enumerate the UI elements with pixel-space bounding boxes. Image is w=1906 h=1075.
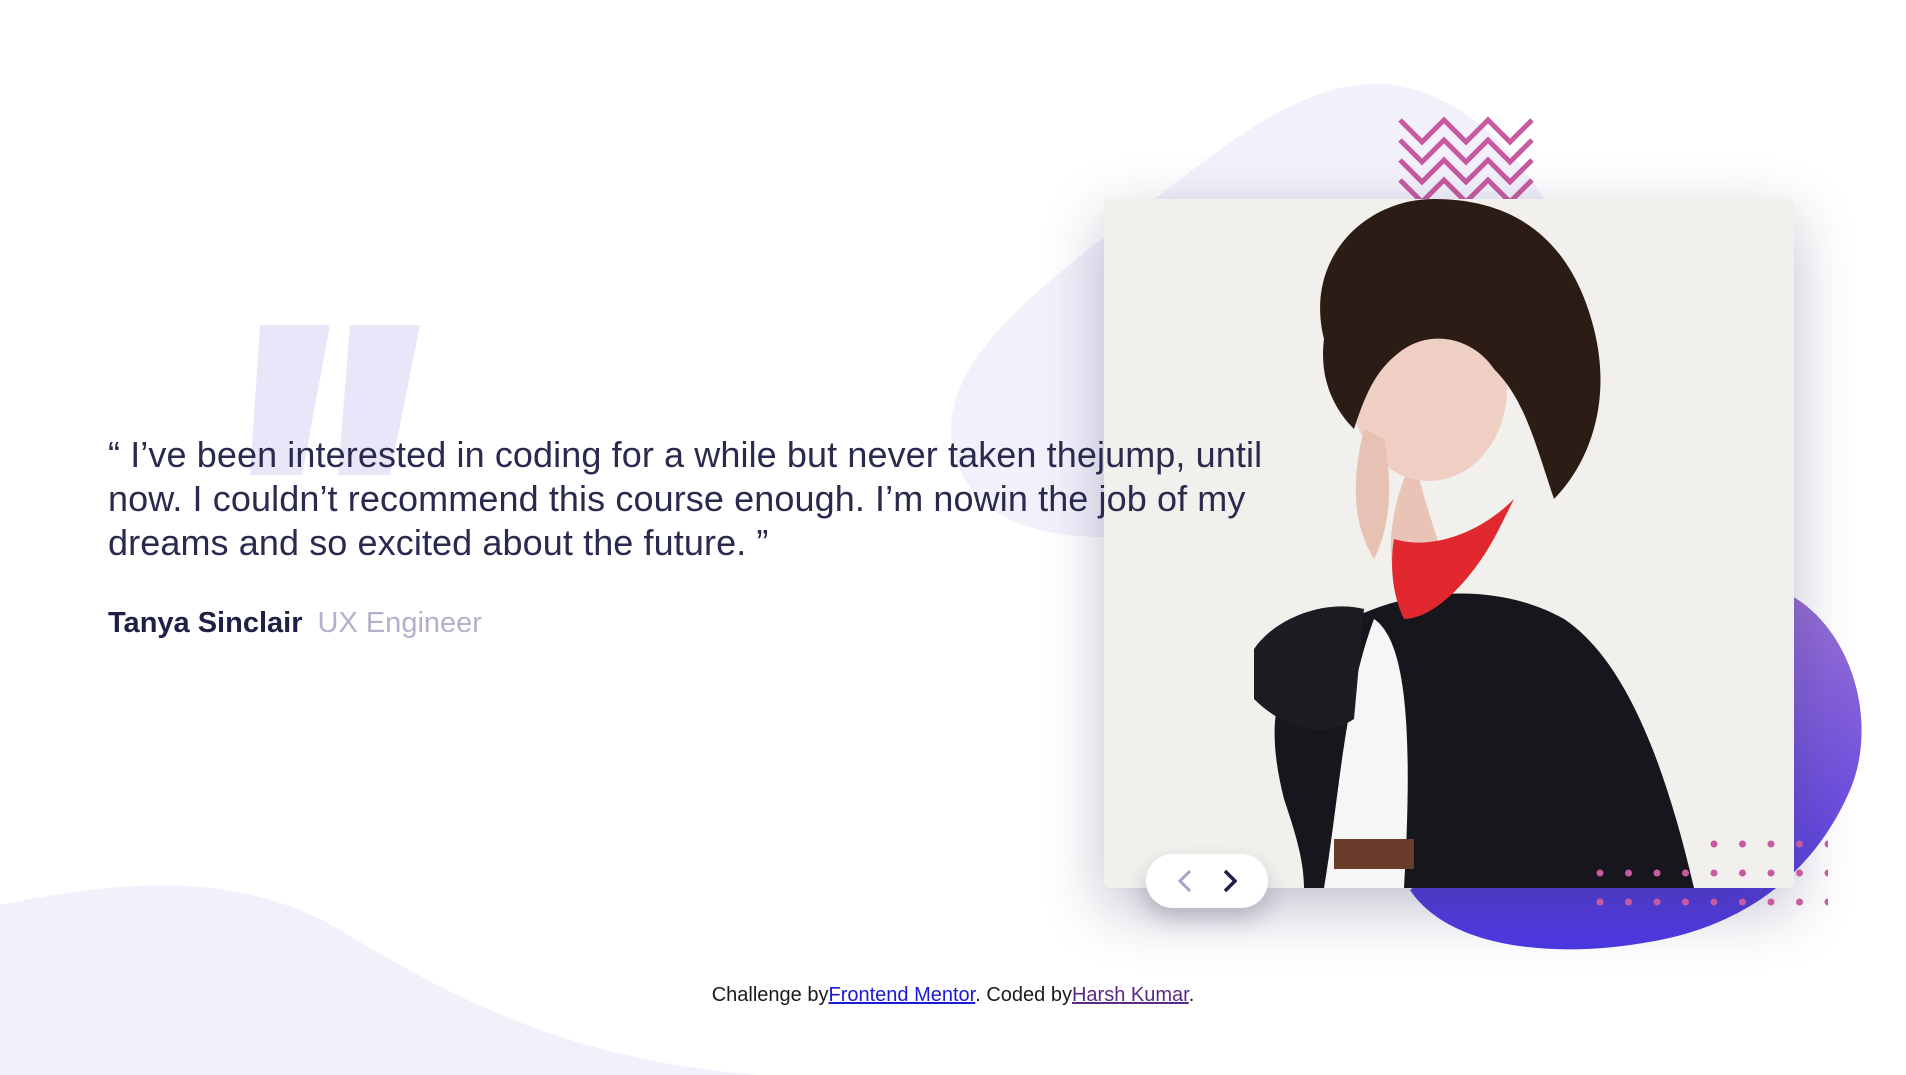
pattern-dot xyxy=(1739,869,1746,877)
pattern-dot xyxy=(1767,869,1775,877)
author-role: UX Engineer xyxy=(317,607,482,639)
attribution-prefix: Challenge by xyxy=(711,984,829,1006)
testimonial-content: “ I’ve been interested in coding for a w… xyxy=(108,433,1308,640)
testimonial-author: Tanya Sinclair UX Engineer xyxy=(108,607,1308,640)
pattern-dot xyxy=(1739,898,1746,906)
pattern-dot xyxy=(1796,840,1803,848)
chevron-left-icon xyxy=(1177,869,1191,893)
pattern-dot xyxy=(1767,840,1775,848)
frontend-mentor-link[interactable]: Frontend Mentor xyxy=(828,984,975,1006)
pattern-dot xyxy=(1625,869,1632,877)
pattern-dot xyxy=(1710,898,1718,906)
pattern-dot xyxy=(1767,898,1775,906)
pattern-dot xyxy=(1625,898,1632,906)
author-link[interactable]: Harsh Kumar xyxy=(1072,984,1189,1006)
pattern-dot xyxy=(1710,840,1718,848)
pattern-dot xyxy=(1824,898,1828,906)
attribution: Challenge byFrontend Mentor. Coded byHar… xyxy=(0,984,1906,1007)
previous-button[interactable] xyxy=(1166,862,1204,900)
next-button[interactable] xyxy=(1211,862,1249,900)
pattern-dot xyxy=(1796,898,1803,906)
attribution-middle: . Coded by xyxy=(975,984,1072,1006)
pattern-dot xyxy=(1824,869,1828,877)
pattern-dot xyxy=(1682,898,1689,906)
zigzag-pattern xyxy=(1398,116,1534,200)
slider-navigation xyxy=(1146,854,1268,908)
pattern-dot xyxy=(1596,869,1604,877)
dot-grid-pattern xyxy=(1596,840,1828,906)
chevron-right-icon xyxy=(1223,869,1237,893)
attribution-suffix: . xyxy=(1188,984,1195,1006)
pattern-dot xyxy=(1739,840,1746,848)
pattern-dot xyxy=(1796,869,1803,877)
author-name: Tanya Sinclair xyxy=(108,607,303,639)
pattern-dot xyxy=(1653,869,1661,877)
pattern-dot xyxy=(1653,898,1661,906)
pattern-dot xyxy=(1824,840,1828,848)
pattern-dot xyxy=(1710,869,1718,877)
pattern-dot xyxy=(1596,898,1604,906)
pattern-dot xyxy=(1682,869,1689,877)
testimonial-quote: “ I’ve been interested in coding for a w… xyxy=(108,434,1263,563)
